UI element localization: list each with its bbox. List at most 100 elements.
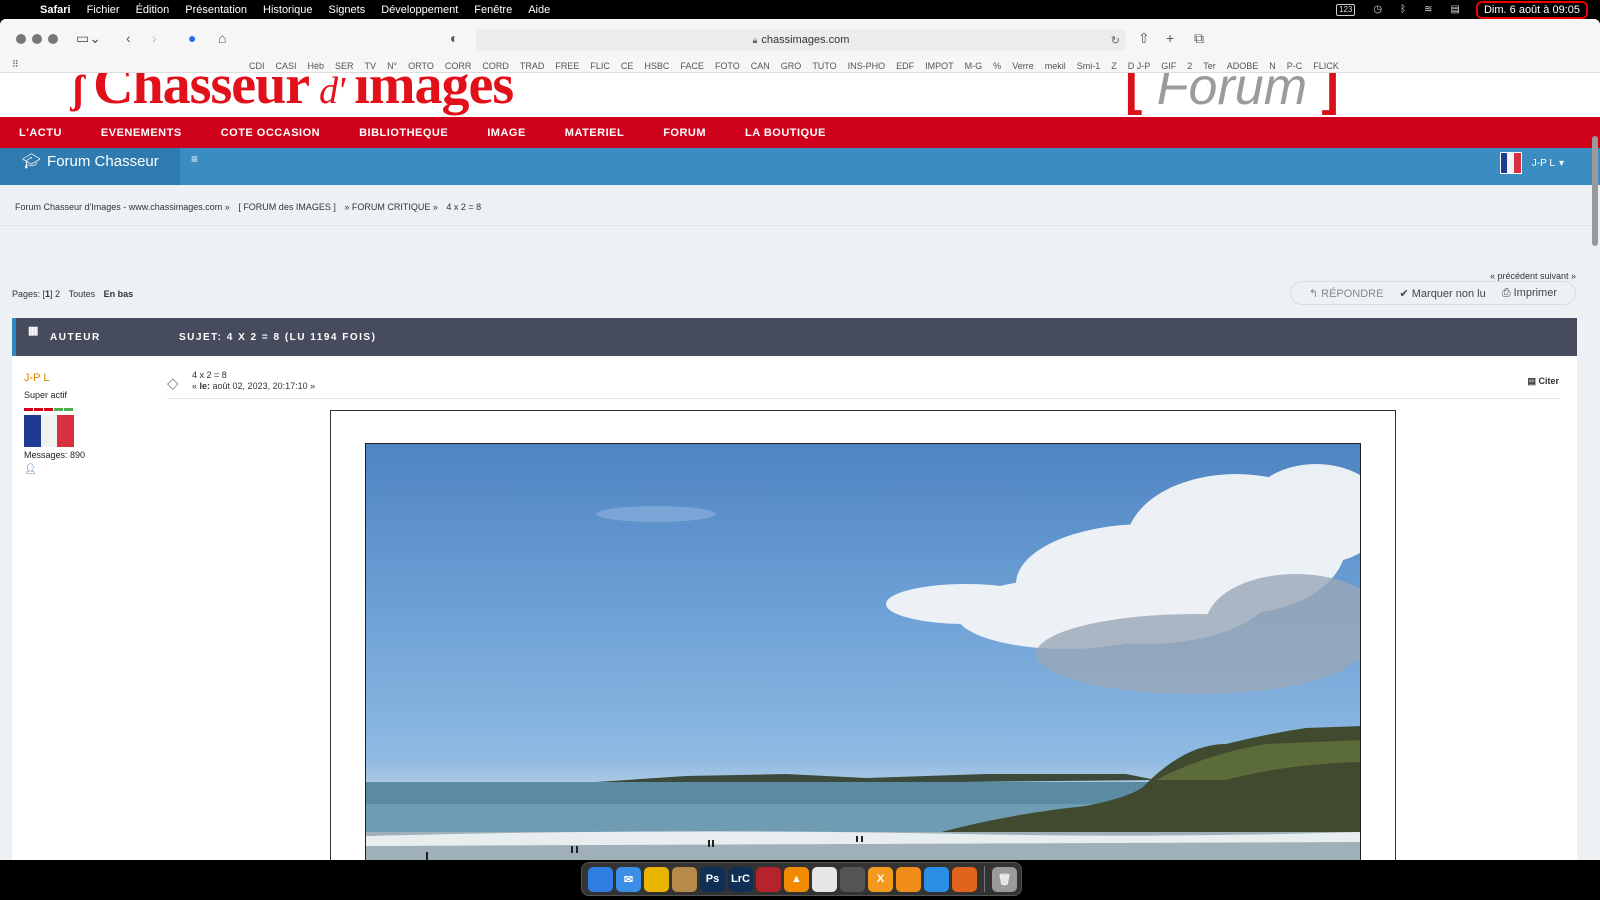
favorite-item[interactable]: CORR: [445, 61, 472, 71]
nav-la-boutique[interactable]: LA BOUTIQUE: [745, 127, 826, 139]
lightroom-classic-icon[interactable]: LrC: [728, 866, 753, 892]
nav-bibliotheque[interactable]: BIBLIOTHEQUE: [359, 127, 448, 139]
extension-icon[interactable]: ●: [188, 30, 196, 46]
favorite-item[interactable]: ORTO: [408, 61, 434, 71]
post-subject[interactable]: 4 x 2 = 8: [192, 370, 227, 380]
quote-button[interactable]: ▤ Citer: [1527, 376, 1559, 387]
favorite-item[interactable]: FLICK: [1313, 61, 1339, 71]
chrome-icon[interactable]: [644, 866, 669, 892]
textedit-icon[interactable]: [812, 866, 837, 892]
favorite-item[interactable]: FOTO: [715, 61, 740, 71]
site-logo[interactable]: ʃ Chasseur d' images: [72, 73, 514, 117]
favorite-item[interactable]: SER: [335, 61, 354, 71]
mail-icon[interactable]: ✉: [616, 866, 641, 892]
menu-edition[interactable]: Édition: [136, 4, 170, 16]
mark-unread-button[interactable]: ✔ Marquer non lu: [1399, 287, 1485, 300]
nav-actu[interactable]: L'ACTU: [19, 127, 62, 139]
menu-clock[interactable]: Dim. 6 août à 09:05: [1475, 0, 1589, 19]
favorite-item[interactable]: FLIC: [590, 61, 610, 71]
favorite-item[interactable]: D J-P: [1128, 61, 1151, 71]
menu-app-name[interactable]: Safari: [40, 4, 71, 16]
menu-historique[interactable]: Historique: [263, 4, 313, 16]
favorite-item[interactable]: %: [993, 61, 1001, 71]
favorite-item[interactable]: GRO: [781, 61, 802, 71]
nav-cote-occasion[interactable]: COTE OCCASION: [221, 127, 320, 139]
trash-icon[interactable]: 🗑︎: [992, 866, 1017, 892]
topic-prev-next[interactable]: « précédent suivant »: [1490, 271, 1576, 281]
favorite-item[interactable]: CASI: [276, 61, 297, 71]
favorite-item[interactable]: mekil: [1045, 61, 1066, 71]
print-button[interactable]: ⎙ Imprimer: [1502, 287, 1557, 300]
nav-forum[interactable]: FORUM: [663, 127, 706, 139]
favorite-item[interactable]: IMPOT: [925, 61, 954, 71]
firefox-icon[interactable]: [952, 866, 977, 892]
sidebar-toggle-icon[interactable]: ▭⌄: [76, 30, 101, 47]
menu-signets[interactable]: Signets: [329, 4, 366, 16]
all-pages-link[interactable]: Toutes: [69, 289, 96, 299]
menu-aide[interactable]: Aide: [528, 4, 550, 16]
favorite-item[interactable]: EDF: [896, 61, 914, 71]
x-app-icon[interactable]: X: [868, 866, 893, 892]
nav-materiel[interactable]: MATERIEL: [565, 127, 624, 139]
nav-image[interactable]: IMAGE: [487, 127, 526, 139]
control-center-icon[interactable]: ▤: [1451, 4, 1460, 15]
notes-brown-icon[interactable]: [672, 866, 697, 892]
favorite-item[interactable]: Smi-1: [1077, 61, 1101, 71]
favorite-item[interactable]: Verre: [1012, 61, 1034, 71]
photo-app-icon[interactable]: [756, 866, 781, 892]
favorite-item[interactable]: CAN: [751, 61, 770, 71]
close-window-button[interactable]: [16, 34, 26, 44]
nav-evenements[interactable]: EVENEMENTS: [101, 127, 182, 139]
page-scrollbar[interactable]: [1592, 136, 1598, 246]
post-photo[interactable]: [365, 443, 1361, 860]
wifi-icon[interactable]: ≋: [1424, 4, 1432, 15]
favorite-item[interactable]: M-G: [965, 61, 983, 71]
favorite-item[interactable]: N: [1269, 61, 1276, 71]
favorite-item[interactable]: TV: [365, 61, 377, 71]
new-tab-icon[interactable]: +: [1166, 30, 1174, 46]
menu-fichier[interactable]: Fichier: [87, 4, 120, 16]
favorite-item[interactable]: Héb: [308, 61, 325, 71]
back-icon[interactable]: ‹: [126, 30, 131, 46]
reply-button[interactable]: ↰ RÉPONDRE: [1309, 287, 1384, 300]
keyboard-123-icon[interactable]: 123: [1336, 3, 1356, 16]
calculator-icon[interactable]: [840, 866, 865, 892]
menu-presentation[interactable]: Présentation: [185, 4, 247, 16]
favorite-item[interactable]: Ter: [1203, 61, 1216, 71]
menu-developpement[interactable]: Développement: [381, 4, 458, 16]
poster-name[interactable]: J-P L: [24, 372, 154, 384]
address-bar[interactable]: 🔒︎ chassimages.com ↻: [476, 29, 1126, 51]
minimize-window-button[interactable]: [32, 34, 42, 44]
safari-icon[interactable]: [924, 866, 949, 892]
favorite-item[interactable]: HSBC: [644, 61, 669, 71]
home-icon[interactable]: ⌂: [218, 30, 226, 46]
zoom-window-button[interactable]: [48, 34, 58, 44]
favorite-item[interactable]: P-C: [1287, 61, 1303, 71]
breadcrumb-topic[interactable]: 4 x 2 = 8: [446, 202, 481, 212]
favorite-item[interactable]: CE: [621, 61, 634, 71]
favorite-item[interactable]: FREE: [555, 61, 579, 71]
favorite-item[interactable]: TRAD: [520, 61, 545, 71]
bluetooth-icon[interactable]: ᛒ: [1400, 4, 1406, 15]
breadcrumb-forum-critique[interactable]: » FORUM CRITIQUE »: [344, 202, 438, 212]
photoshop-icon[interactable]: Ps: [700, 866, 725, 892]
page-link[interactable]: ] 2: [50, 289, 60, 299]
finder-icon[interactable]: [588, 866, 613, 892]
pages-icon[interactable]: [896, 866, 921, 892]
menu-fenetre[interactable]: Fenêtre: [474, 4, 512, 16]
favorites-grid-icon[interactable]: ⠿: [12, 59, 19, 70]
favorite-item[interactable]: N°: [387, 61, 397, 71]
breadcrumb-forum-images[interactable]: [ FORUM des IMAGES ]: [238, 202, 336, 212]
user-menu[interactable]: J-P L ▾: [1499, 152, 1564, 174]
favorite-item[interactable]: CORD: [482, 61, 509, 71]
favorite-item[interactable]: 2: [1187, 61, 1192, 71]
profile-icon[interactable]: 👤︎: [24, 464, 154, 475]
menu-hamburger-icon[interactable]: ≡: [191, 152, 198, 166]
vlc-icon[interactable]: ▲: [784, 866, 809, 892]
time-machine-icon[interactable]: ◷: [1373, 4, 1382, 15]
favorite-item[interactable]: Z: [1111, 61, 1117, 71]
share-icon[interactable]: ⇧: [1138, 30, 1150, 47]
favorite-item[interactable]: TUTO: [812, 61, 836, 71]
favorite-item[interactable]: ADOBE: [1227, 61, 1259, 71]
reload-icon[interactable]: ↻: [1111, 34, 1120, 47]
